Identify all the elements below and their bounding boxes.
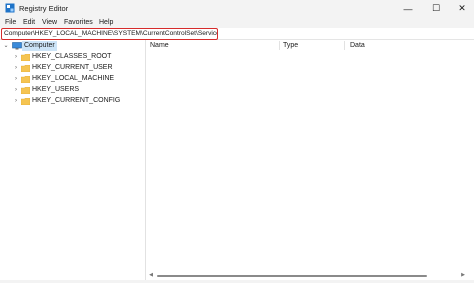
title-bar: Registry Editor — ☐ ✕	[0, 0, 474, 17]
maximize-icon: ☐	[431, 3, 441, 13]
column-header-type[interactable]: Type	[283, 40, 298, 51]
computer-icon	[12, 42, 22, 50]
chevron-right-icon[interactable]: ›	[13, 63, 19, 73]
column-divider[interactable]	[344, 41, 345, 50]
maximize-button[interactable]: ☐	[422, 0, 450, 17]
address-input[interactable]: Computer\HKEY_LOCAL_MACHINE\SYSTEM\Curre…	[1, 28, 218, 40]
scroll-right-icon[interactable]: ▶	[460, 272, 466, 279]
menu-view[interactable]: View	[42, 17, 57, 28]
minimize-icon: —	[403, 3, 413, 14]
chevron-down-icon[interactable]: ⌄	[3, 41, 9, 51]
close-button[interactable]: ✕	[448, 0, 474, 17]
tree-item-label: HKEY_CLASSES_ROOT	[32, 53, 112, 60]
chevron-right-icon[interactable]: ›	[13, 96, 19, 106]
folder-icon	[21, 54, 30, 61]
registry-tree: ⌄ Computer › HKEY_CLASSES_ROOT › HKEY_CU…	[0, 40, 146, 283]
folder-icon	[21, 65, 30, 72]
folder-icon	[21, 98, 30, 105]
tree-item-label: HKEY_USERS	[32, 86, 80, 93]
tree-item-label: Computer	[22, 41, 57, 51]
tree-item-label: HKEY_LOCAL_MACHINE	[32, 75, 115, 82]
scroll-left-icon[interactable]: ◀	[148, 272, 154, 279]
menu-file[interactable]: File	[5, 17, 16, 28]
tree-item-hkey-classes-root[interactable]: › HKEY_CLASSES_ROOT	[0, 52, 146, 62]
chevron-right-icon[interactable]: ›	[13, 74, 19, 84]
column-header-name[interactable]: Name	[150, 40, 169, 51]
tree-item-hkey-local-machine[interactable]: › HKEY_LOCAL_MACHINE	[0, 74, 146, 84]
menu-bar: File Edit View Favorites Help	[0, 17, 474, 28]
column-header-data[interactable]: Data	[350, 40, 365, 51]
tree-item-label: HKEY_CURRENT_USER	[32, 64, 113, 71]
values-list[interactable]: Name Type Data	[147, 40, 474, 283]
close-icon: ✕	[458, 3, 466, 13]
scrollbar-thumb[interactable]	[157, 275, 427, 277]
chevron-right-icon[interactable]: ›	[13, 52, 19, 62]
registry-editor-icon	[5, 3, 15, 13]
menu-help[interactable]: Help	[99, 17, 113, 28]
tree-item-hkey-current-user[interactable]: › HKEY_CURRENT_USER	[0, 63, 146, 73]
tree-item-computer[interactable]: ⌄ Computer	[0, 41, 146, 51]
menu-favorites[interactable]: Favorites	[64, 17, 93, 28]
tree-item-label: HKEY_CURRENT_CONFIG	[32, 97, 121, 104]
folder-icon	[21, 87, 30, 94]
folder-icon	[21, 76, 30, 83]
horizontal-scrollbar[interactable]: ◀ ▶	[148, 272, 468, 279]
menu-edit[interactable]: Edit	[23, 17, 35, 28]
tree-item-hkey-users[interactable]: › HKEY_USERS	[0, 85, 146, 95]
chevron-right-icon[interactable]: ›	[13, 85, 19, 95]
tree-item-hkey-current-config[interactable]: › HKEY_CURRENT_CONFIG	[0, 96, 146, 106]
address-bar: Computer\HKEY_LOCAL_MACHINE\SYSTEM\Curre…	[0, 28, 474, 40]
window-title: Registry Editor	[19, 4, 69, 13]
minimize-button[interactable]: —	[394, 0, 422, 17]
column-divider[interactable]	[279, 41, 280, 50]
